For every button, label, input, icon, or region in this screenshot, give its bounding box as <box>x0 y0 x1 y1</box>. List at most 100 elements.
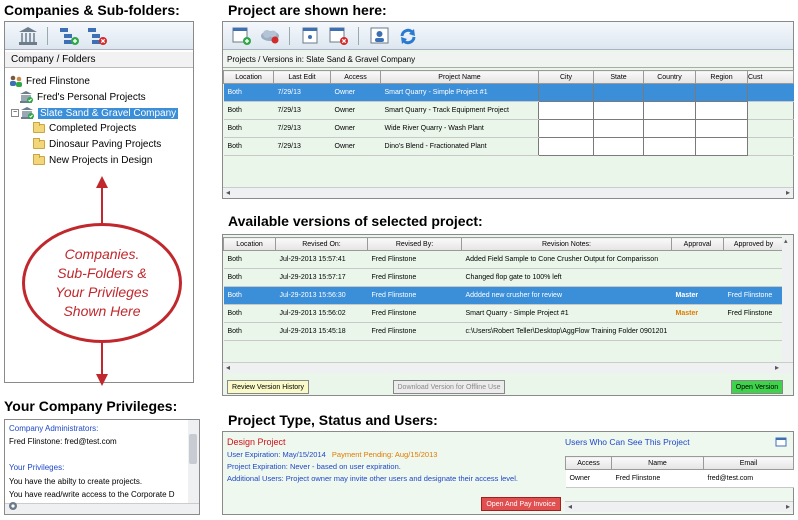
column-header[interactable]: Location <box>223 237 276 251</box>
column-header[interactable]: Revised By: <box>367 237 462 251</box>
versions-hscrollbar[interactable]: ◂ ▸ <box>223 362 793 373</box>
table-cell: Fred Flinstone <box>611 469 704 488</box>
table-cell[interactable] <box>538 119 594 138</box>
table-cell[interactable] <box>643 101 696 120</box>
privilege-line: You have read/write access to the Corpor… <box>9 490 175 499</box>
scroll-right-icon[interactable]: ▸ <box>786 502 790 512</box>
project-type-title: Design Project <box>227 437 286 447</box>
remove-folder-icon[interactable] <box>86 26 108 46</box>
refresh-icon[interactable] <box>397 26 419 46</box>
table-cell[interactable] <box>695 101 748 120</box>
folder-icon <box>33 154 45 165</box>
scroll-right-icon[interactable]: ▸ <box>786 188 790 198</box>
table-row[interactable]: Both Jul-29-2013 15:56:30 Fred Flinstone… <box>223 286 784 305</box>
column-header[interactable]: Access <box>565 456 612 470</box>
delete-project-icon[interactable] <box>328 26 350 46</box>
column-header[interactable]: Email <box>703 456 794 470</box>
column-header[interactable]: Name <box>611 456 704 470</box>
download-version-button[interactable]: Download Version for Offline Use <box>393 380 505 394</box>
scroll-up-icon[interactable]: ▴ <box>784 237 788 245</box>
table-cell[interactable] <box>593 137 644 156</box>
column-header[interactable]: Approval <box>671 237 724 251</box>
scroll-left-icon[interactable]: ◂ <box>226 363 230 373</box>
table-cell[interactable] <box>695 83 748 102</box>
open-version-button[interactable]: Open Version <box>731 380 783 394</box>
project-expiration: Project Expiration: Never - based on use… <box>227 462 401 471</box>
table-row[interactable]: Both 7/29/13 Owner Smart Quarry - Simple… <box>223 83 794 102</box>
tree-item-new-projects[interactable]: New Projects in Design <box>33 154 152 166</box>
column-header[interactable]: Revised On: <box>275 237 368 251</box>
open-and-pay-invoice-button[interactable]: Open And Pay Invoice <box>481 497 561 511</box>
collapse-icon[interactable]: − <box>11 109 19 117</box>
tree-toolbar <box>5 22 193 50</box>
approval-master: Master <box>671 286 724 305</box>
scroll-left-icon[interactable]: ◂ <box>568 502 572 512</box>
tree-item-completed-projects[interactable]: Completed Projects <box>33 122 136 134</box>
table-row[interactable]: Both Jul-29-2013 15:45:18 Fred Flinstone… <box>223 322 784 341</box>
table-row[interactable]: Both 7/29/13 Owner Wide River Quarry - W… <box>223 119 794 138</box>
column-header[interactable]: Project Name <box>380 70 539 84</box>
tree-root-user[interactable]: Fred Flinstone <box>9 75 90 87</box>
company-building-icon[interactable] <box>17 26 39 46</box>
user-access-icon[interactable] <box>369 26 391 46</box>
column-header[interactable]: Location <box>223 70 274 84</box>
companies-callout: Companies. Sub-Folders & Your Privileges… <box>22 223 182 343</box>
settings-gear-icon[interactable] <box>7 500 19 512</box>
scroll-left-icon[interactable]: ◂ <box>226 188 230 198</box>
table-cell[interactable] <box>538 137 594 156</box>
table-row[interactable]: Both 7/29/13 Owner Smart Quarry - Track … <box>223 101 794 120</box>
table-cell <box>723 250 784 269</box>
tree-item-personal-projects[interactable]: Fred's Personal Projects <box>19 91 146 103</box>
table-cell[interactable] <box>593 83 644 102</box>
privileges-vscrollbar[interactable] <box>188 420 199 504</box>
column-header[interactable]: Country <box>643 70 696 84</box>
table-row[interactable]: Both Jul-29-2013 15:56:02 Fred Flinstone… <box>223 304 784 323</box>
table-row[interactable]: Owner Fred Flinstone fred@test.com <box>565 469 794 488</box>
privileges-hscrollbar[interactable] <box>5 503 199 514</box>
table-cell: Both <box>223 137 274 156</box>
column-header[interactable]: City <box>538 70 594 84</box>
column-header[interactable]: Access <box>330 70 381 84</box>
projects-hscrollbar[interactable]: ◂ ▸ <box>223 187 793 198</box>
scroll-thumb[interactable] <box>189 434 197 464</box>
table-cell[interactable] <box>643 119 696 138</box>
add-folder-icon[interactable] <box>58 26 80 46</box>
table-cell[interactable] <box>593 101 644 120</box>
table-cell: Smart Quarry - Track Equipment Project <box>380 101 539 120</box>
tree-item-label: Fred's Personal Projects <box>37 91 146 103</box>
tree-item-dinosaur-paving[interactable]: Dinosaur Paving Projects <box>33 138 161 150</box>
review-version-history-button[interactable]: Review Version History <box>227 380 309 394</box>
table-cell[interactable] <box>643 137 696 156</box>
table-row[interactable]: Both Jul-29-2013 15:57:41 Fred Flinstone… <box>223 250 784 269</box>
toolbar-separator <box>289 26 290 45</box>
table-cell[interactable] <box>695 137 748 156</box>
versions-vscrollbar[interactable]: ▴ <box>782 237 793 362</box>
cloud-sync-icon[interactable] <box>259 26 281 46</box>
column-header[interactable]: State <box>593 70 644 84</box>
column-header[interactable]: Approved by <box>723 237 784 251</box>
column-header[interactable]: Revision Notes: <box>461 237 672 251</box>
tree-item-slate-sand-gravel[interactable]: − Slate Sand & Gravel Company <box>11 107 179 119</box>
table-cell[interactable] <box>538 101 594 120</box>
scroll-right-icon[interactable]: ▸ <box>775 363 779 373</box>
table-cell[interactable] <box>643 83 696 102</box>
new-project-icon[interactable] <box>231 26 253 46</box>
column-header[interactable]: Region <box>695 70 748 84</box>
project-status-panel: Design Project User Expiration: May/15/2… <box>222 431 794 515</box>
users-export-icon[interactable] <box>775 436 787 448</box>
callout-line: Companies. <box>64 246 140 262</box>
users-hscrollbar[interactable]: ◂ ▸ <box>565 501 793 512</box>
table-cell[interactable] <box>538 83 594 102</box>
table-cell: fred@test.com <box>703 469 794 488</box>
column-header[interactable]: Cust <box>747 70 794 84</box>
users-header-row: Access Name Email <box>565 456 794 470</box>
table-cell <box>747 137 794 156</box>
table-row[interactable]: Both 7/29/13 Owner Dino's Blend - Fracti… <box>223 137 794 156</box>
column-header[interactable]: Last Edit <box>273 70 331 84</box>
open-project-icon[interactable] <box>300 26 322 46</box>
table-row[interactable]: Both Jul-29-2013 15:57:17 Fred Flinstone… <box>223 268 784 287</box>
table-cell[interactable] <box>593 119 644 138</box>
folder-icon <box>33 138 45 149</box>
table-cell[interactable] <box>695 119 748 138</box>
projects-panel: Projects / Versions in: Slate Sand & Gra… <box>222 21 794 199</box>
